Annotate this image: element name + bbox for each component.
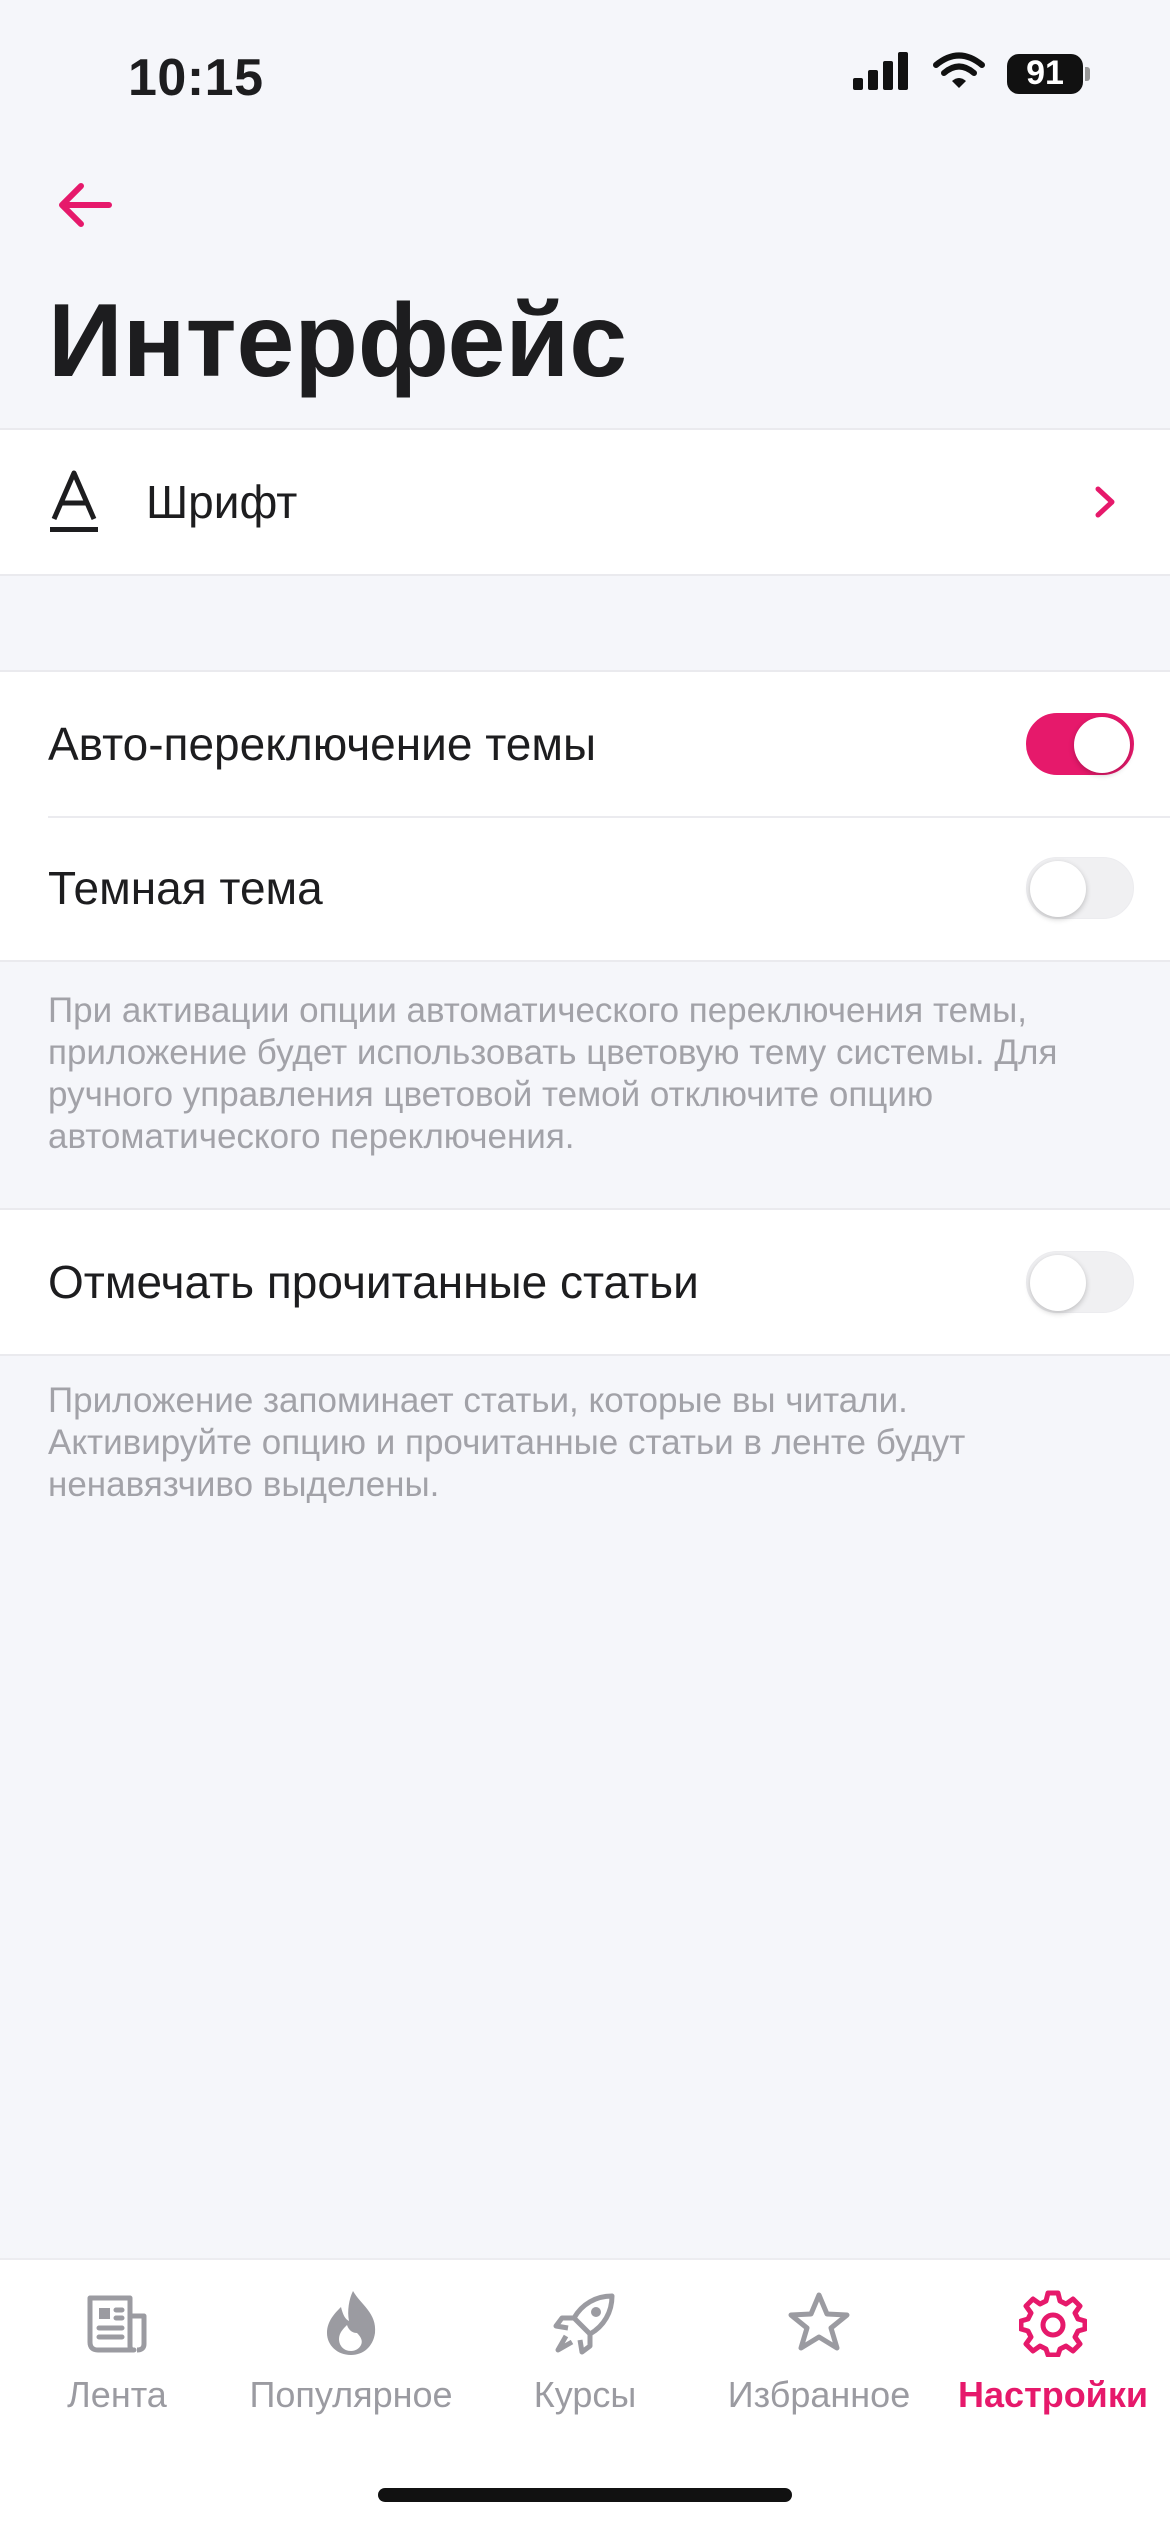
dark-theme-toggle[interactable] <box>1026 857 1134 919</box>
auto-theme-label: Авто-переключение темы <box>48 718 597 770</box>
toggle-knob <box>1074 717 1130 773</box>
toggle-knob <box>1030 861 1086 917</box>
feed-icon <box>82 2288 152 2358</box>
cellular-signal-icon <box>853 52 911 95</box>
chevron-right-icon <box>1088 480 1122 524</box>
page-title: Интерфейс <box>48 283 628 399</box>
tab-favorites[interactable]: Избранное <box>702 2288 936 2416</box>
arrow-left-icon <box>59 183 112 227</box>
status-time: 10:15 <box>128 49 264 107</box>
toggle-knob <box>1030 1255 1086 1311</box>
read-articles-toggle[interactable] <box>1026 1251 1134 1313</box>
status-bar: 10:15 91 <box>0 0 1170 150</box>
tab-popular[interactable]: Популярное <box>234 2288 468 2416</box>
read-articles-group: Отмечать прочитанные статьи <box>0 1208 1170 1356</box>
status-icons: 91 <box>853 52 1090 95</box>
tab-feed[interactable]: Лента <box>0 2288 234 2416</box>
read-articles-row: Отмечать прочитанные статьи <box>0 1210 1170 1354</box>
auto-theme-row: Авто-переключение темы <box>0 672 1170 816</box>
wifi-icon <box>933 52 985 95</box>
flame-icon <box>316 2288 386 2358</box>
theme-settings-group: Авто-переключение темы Темная тема <box>0 670 1170 962</box>
back-button[interactable] <box>50 170 120 240</box>
battery-level: 91 <box>1007 53 1083 94</box>
font-settings-group: Шрифт <box>0 428 1170 576</box>
tab-label: Лента <box>67 2374 167 2415</box>
gear-icon <box>1018 2288 1088 2358</box>
theme-description: При активации опции автоматического пере… <box>48 991 1058 1156</box>
tab-label: Избранное <box>727 2374 911 2415</box>
font-row[interactable]: Шрифт <box>0 430 1170 574</box>
battery-icon: 91 <box>1007 53 1090 94</box>
read-articles-description: Приложение запоминает статьи, которые вы… <box>48 1381 966 1504</box>
font-label: Шрифт <box>146 476 298 528</box>
font-icon <box>48 467 100 537</box>
dark-theme-row: Темная тема <box>0 816 1170 960</box>
tab-label: Настройки <box>958 2374 1148 2415</box>
home-indicator <box>378 2488 792 2502</box>
star-icon <box>784 2288 854 2358</box>
auto-theme-toggle[interactable] <box>1026 713 1134 775</box>
tab-courses[interactable]: Курсы <box>468 2288 702 2416</box>
tab-settings[interactable]: Настройки <box>936 2288 1170 2416</box>
read-articles-label: Отмечать прочитанные статьи <box>48 1256 699 1308</box>
rocket-icon <box>550 2288 620 2358</box>
tab-label: Популярное <box>249 2374 453 2415</box>
tab-label: Курсы <box>533 2374 637 2415</box>
dark-theme-label: Темная тема <box>48 862 323 914</box>
